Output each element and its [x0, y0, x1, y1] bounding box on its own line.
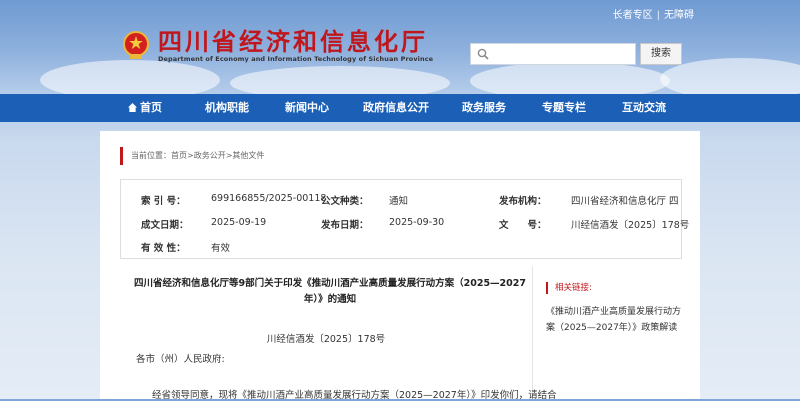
breadcrumb-home[interactable]: 首页 — [171, 151, 187, 160]
breadcrumb-separator: > — [187, 151, 194, 160]
published-date-value: 2025-09-30 — [389, 217, 445, 228]
document-number-value: 川经信酒发〔2025〕178号 — [571, 220, 690, 231]
breadcrumb: 当前位置：首页>政务公开>其他文件 — [120, 147, 264, 165]
search-input[interactable] — [495, 46, 635, 64]
issuer-value: 四川省经济和信息化厅 四川... — [571, 196, 679, 207]
index-value: 699166855/2025-00118 — [211, 193, 327, 204]
document-number: 川经信酒发〔2025〕178号 — [266, 334, 386, 345]
search-icon — [477, 48, 489, 60]
breadcrumb-disclosure[interactable]: 政务公开 — [194, 151, 226, 160]
article: 四川省经济和信息化厅等9部门关于印发《推动川酒产业高质量发展行动方案（2025—… — [120, 266, 557, 401]
validity-label: 有 效 性： — [141, 243, 186, 254]
top-links: 长者专区 | 无障碍 — [613, 6, 694, 21]
search-button[interactable]: 搜索 — [640, 43, 682, 65]
content-card: 当前位置：首页>政务公开>其他文件 索 引 号： 699166855/2025-… — [100, 131, 700, 401]
created-date-label: 成文日期： — [141, 220, 189, 231]
index-label: 索 引 号： — [141, 196, 186, 207]
category-value: 通知 — [389, 196, 409, 207]
nav-item-disclosure[interactable]: 政府信息公开 — [363, 94, 429, 122]
nav-item-home[interactable]: 首页 — [128, 94, 162, 122]
published-date-label: 发布日期： — [321, 220, 369, 231]
validity-value: 有效 — [211, 243, 231, 254]
nav-item-news[interactable]: 新闻中心 — [285, 94, 329, 122]
salutation: 各市（州）人民政府: — [136, 354, 225, 365]
nav-item-topics[interactable]: 专题专栏 — [542, 94, 586, 122]
nav-item-label: 首页 — [140, 101, 162, 114]
site-header: 长者专区 | 无障碍 四川省经济和信息化厅 Department of Econom… — [0, 0, 800, 100]
related-links-title: 相关链接: — [546, 282, 686, 294]
site-subtitle: Department of Economy and Information Te… — [158, 55, 434, 63]
top-links-separator: | — [656, 10, 660, 21]
accessibility-link[interactable]: 无障碍 — [664, 10, 694, 21]
category-label: 公文种类： — [321, 196, 369, 207]
related-links: 相关链接: 《推动川酒产业高质量发展行动方案（2025—2027年）》政策解读 — [546, 282, 686, 336]
breadcrumb-prefix: 当前位置： — [131, 151, 171, 160]
nav-item-interaction[interactable]: 互动交流 — [622, 94, 666, 122]
document-metadata: 索 引 号： 699166855/2025-00118 公文种类： 通知 发布机… — [120, 179, 689, 259]
search-field[interactable] — [470, 43, 636, 65]
document-number-label: 文 号： — [499, 220, 547, 231]
site-title: 四川省经济和信息化厅 — [158, 27, 428, 56]
home-icon — [128, 103, 137, 112]
created-date-value: 2025-09-19 — [211, 217, 267, 228]
nav-item-functions[interactable]: 机构职能 — [205, 94, 249, 122]
elder-zone-link[interactable]: 长者专区 — [613, 10, 653, 21]
related-link-policy-interpretation[interactable]: 《推动川酒产业高质量发展行动方案（2025—2027年）》政策解读 — [546, 304, 686, 336]
main-nav: 首页 机构职能 新闻中心 政府信息公开 政务服务 专题专栏 互动交流 — [0, 94, 800, 122]
national-emblem-icon — [123, 31, 149, 59]
issuer-label: 发布机构： — [499, 196, 547, 207]
nav-item-services[interactable]: 政务服务 — [462, 94, 506, 122]
breadcrumb-other-files[interactable]: 其他文件 — [232, 151, 264, 160]
document-title: 四川省经济和信息化厅等9部门关于印发《推动川酒产业高质量发展行动方案（2025—… — [134, 278, 526, 305]
